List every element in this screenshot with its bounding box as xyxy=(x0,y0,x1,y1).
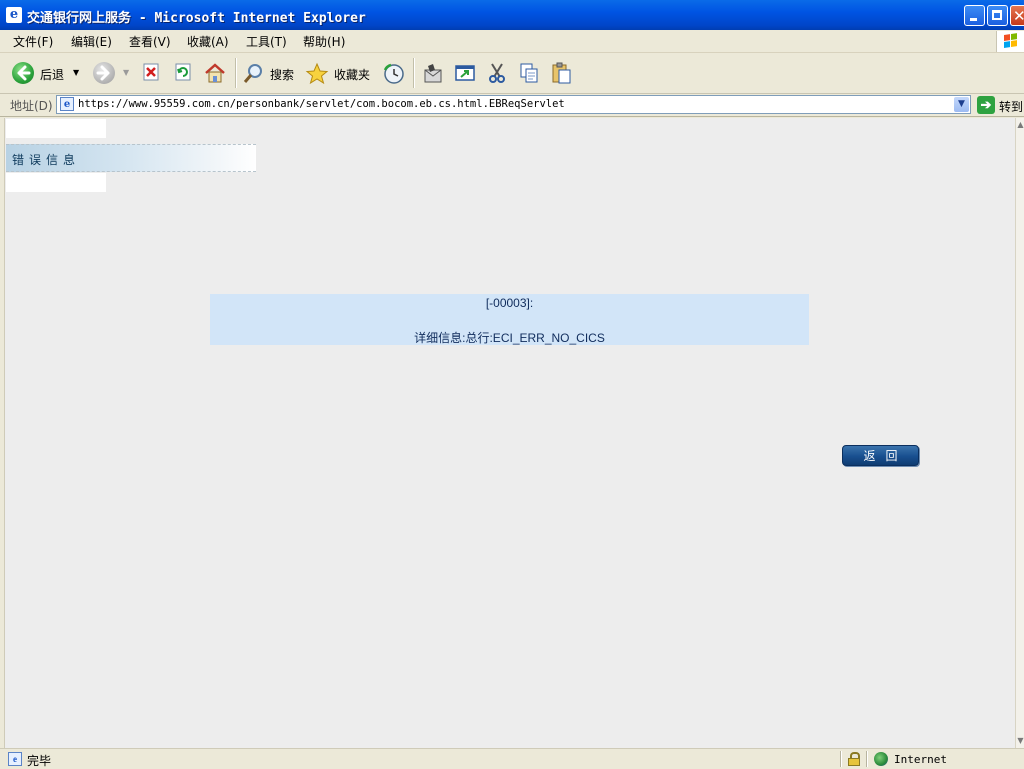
favorites-label: 收藏夹 xyxy=(334,68,371,82)
copy-button[interactable] xyxy=(518,59,542,87)
security-zone-label: Internet xyxy=(894,753,947,766)
refresh-icon xyxy=(173,62,193,82)
header-spacer-bottom xyxy=(6,173,106,192)
menu-tools[interactable]: 工具(T) xyxy=(246,33,287,50)
back-dropdown-icon[interactable]: ▼ xyxy=(73,68,79,77)
toolbar-separator xyxy=(235,58,237,88)
page-icon: e xyxy=(60,97,74,111)
section-header: 错误信息 xyxy=(6,144,256,172)
scroll-up-icon[interactable]: ▲ xyxy=(1016,120,1024,130)
windows-logo xyxy=(996,31,1024,52)
history-button[interactable] xyxy=(382,59,408,87)
menu-file[interactable]: 文件(F) xyxy=(13,33,53,50)
favorites-button[interactable]: 收藏夹 xyxy=(305,59,373,87)
error-code: [-00003]: xyxy=(485,296,534,310)
page-content: 错误信息 [-00003]: 详细信息:总行:ECI_ERR_NO_CICS 返… xyxy=(5,118,1015,748)
menu-view[interactable]: 查看(V) xyxy=(129,33,171,50)
home-icon xyxy=(204,62,225,83)
go-arrow-icon: ➔ xyxy=(977,96,995,114)
paste-icon xyxy=(550,62,571,84)
forward-arrow-icon xyxy=(93,62,115,84)
maximize-icon xyxy=(992,10,1002,20)
stop-icon xyxy=(141,62,161,82)
back-button[interactable]: 后退 ▼ xyxy=(12,59,87,87)
address-bar: 地址(D) e https://www.95559.com.cn/personb… xyxy=(0,94,1024,117)
error-detail: 详细信息:总行:ECI_ERR_NO_CICS xyxy=(414,331,605,345)
address-label: 地址(D) xyxy=(10,99,53,113)
search-icon xyxy=(243,62,263,83)
forward-dropdown-icon: ▼ xyxy=(123,68,130,77)
status-separator xyxy=(866,751,868,767)
cut-button[interactable] xyxy=(486,59,510,87)
minimize-icon xyxy=(970,18,977,21)
address-input[interactable]: e https://www.95559.com.cn/personbank/se… xyxy=(56,95,971,114)
lock-icon[interactable] xyxy=(848,752,860,766)
window-title: 交通银行网上服务 - Microsoft Internet Explorer xyxy=(27,11,366,26)
toolbar-separator xyxy=(413,58,415,88)
status-separator xyxy=(840,751,842,767)
history-icon xyxy=(382,62,404,84)
refresh-button[interactable] xyxy=(173,59,197,87)
header-spacer-top xyxy=(6,119,106,138)
return-button[interactable]: 返回 xyxy=(842,445,919,466)
search-label: 搜索 xyxy=(270,68,295,82)
menu-bar: 文件(F) 编辑(E) 查看(V) 收藏(A) 工具(T) 帮助(H) xyxy=(0,30,1024,53)
search-button[interactable]: 搜索 xyxy=(243,59,299,87)
edit-window-icon xyxy=(454,62,475,82)
menu-edit[interactable]: 编辑(E) xyxy=(71,33,112,50)
maximize-button[interactable] xyxy=(987,5,1008,26)
copy-icon xyxy=(518,62,538,83)
scroll-down-icon[interactable]: ▼ xyxy=(1016,736,1024,746)
forward-button[interactable]: ▼ xyxy=(93,59,135,87)
error-message-box: [-00003]: 详细信息:总行:ECI_ERR_NO_CICS xyxy=(210,294,809,345)
minimize-button[interactable] xyxy=(964,5,985,26)
go-label: 转到 xyxy=(999,100,1024,114)
menu-help[interactable]: 帮助(H) xyxy=(303,33,345,50)
home-button[interactable] xyxy=(204,59,228,87)
close-button[interactable]: ✕ xyxy=(1010,5,1024,26)
ie-document-icon: e xyxy=(6,7,22,23)
stop-button[interactable] xyxy=(141,59,165,87)
status-bar: e 完毕 Internet xyxy=(0,748,1024,769)
internet-zone-globe-icon xyxy=(874,752,888,766)
paste-button[interactable] xyxy=(550,59,574,87)
go-button[interactable]: ➔ 转到 xyxy=(977,95,1024,115)
mail-button[interactable] xyxy=(421,59,447,87)
windows-flag-icon xyxy=(1004,33,1018,49)
edit-page-button[interactable] xyxy=(454,59,478,87)
close-icon: ✕ xyxy=(1013,7,1024,25)
status-text: 完毕 xyxy=(27,754,52,768)
vertical-scrollbar[interactable]: ▲ ▼ xyxy=(1015,118,1024,748)
back-label: 后退 xyxy=(40,68,65,82)
address-url[interactable]: https://www.95559.com.cn/personbank/serv… xyxy=(78,98,565,110)
favorites-star-icon xyxy=(305,62,329,85)
back-arrow-icon xyxy=(12,62,34,84)
address-dropdown-icon[interactable]: ▼ xyxy=(954,97,969,112)
section-title: 错误信息 xyxy=(12,153,81,167)
mail-icon xyxy=(421,62,442,83)
page-done-icon: e xyxy=(8,752,22,766)
title-bar: e 交通银行网上服务 - Microsoft Internet Explorer… xyxy=(0,0,1024,30)
menu-favorites[interactable]: 收藏(A) xyxy=(187,33,229,50)
scissors-icon xyxy=(486,62,506,83)
standard-toolbar: 后退 ▼ ▼ 搜索 收藏夹 xyxy=(0,53,1024,94)
